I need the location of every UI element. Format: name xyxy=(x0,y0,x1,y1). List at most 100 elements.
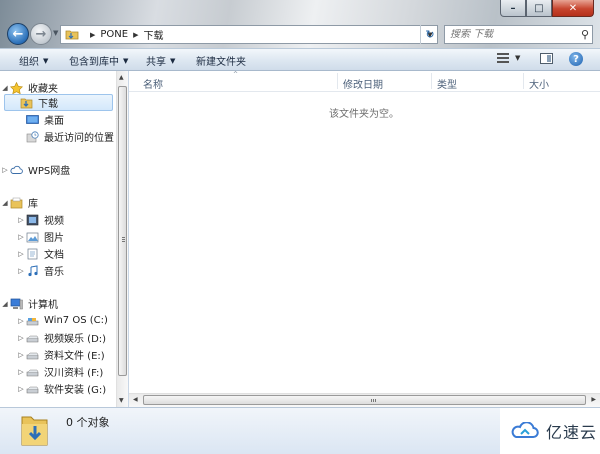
hard-drive-icon xyxy=(26,383,39,395)
refresh-icon: ↻ xyxy=(425,28,435,41)
expand-arrow-icon[interactable]: ▷ xyxy=(16,334,26,342)
minimize-button[interactable]: – xyxy=(500,0,526,17)
sidebar-item-drive-d[interactable]: ▷ 视频娱乐 (D:) xyxy=(0,329,106,346)
include-in-library-button[interactable]: 包含到库中 ▼ xyxy=(69,53,129,69)
column-header-date-modified[interactable]: 修改日期 xyxy=(343,76,383,91)
sidebar-label: 下载 xyxy=(38,99,58,110)
sidebar-label: 汉川资料 (F:) xyxy=(44,368,104,379)
sidebar-item-downloads[interactable]: 下载 xyxy=(4,94,113,111)
sidebar-item-drive-c[interactable]: ▷ Win7 OS (C:) xyxy=(0,312,108,329)
arrow-left-icon: ← xyxy=(12,26,24,42)
watermark: 亿速云 xyxy=(500,408,600,454)
watermark-text: 亿速云 xyxy=(546,423,598,442)
sidebar-label: WPS网盘 xyxy=(28,166,71,177)
preview-pane-button[interactable] xyxy=(540,53,553,64)
sidebar-item-music[interactable]: ▷ 音乐 xyxy=(0,262,64,279)
organize-label: 组织 xyxy=(19,57,39,68)
expand-arrow-icon[interactable]: ▷ xyxy=(16,233,26,241)
sidebar-label: 视频 xyxy=(44,216,64,227)
collapse-arrow-icon[interactable]: ◢ xyxy=(0,199,10,207)
search-box[interactable]: ⚲ xyxy=(444,25,593,44)
expand-arrow-icon[interactable]: ▷ xyxy=(16,317,26,325)
column-divider[interactable] xyxy=(523,73,524,89)
recent-places-icon xyxy=(26,130,39,143)
sidebar-item-wps-cloud[interactable]: ▷ WPS网盘 xyxy=(0,161,70,178)
scrollbar-thumb[interactable] xyxy=(118,86,127,376)
column-header-row: ^ 名称 修改日期 类型 大小 xyxy=(129,71,600,92)
sidebar-item-drive-e[interactable]: ▷ 资料文件 (E:) xyxy=(0,346,105,363)
column-divider[interactable] xyxy=(431,73,432,89)
breadcrumb-item[interactable]: PONE xyxy=(100,29,128,40)
help-icon: ? xyxy=(573,53,579,65)
sidebar-item-computer[interactable]: ◢ 计算机 xyxy=(0,295,58,312)
sidebar-item-videos[interactable]: ▷ 视频 xyxy=(0,211,64,228)
expand-arrow-icon[interactable]: ▷ xyxy=(16,216,26,224)
empty-folder-message: 该文件夹为空。 xyxy=(329,109,399,120)
scrollbar-thumb[interactable] xyxy=(143,395,586,405)
cloud-logo-icon xyxy=(510,421,540,440)
search-icon[interactable]: ⚲ xyxy=(581,28,589,41)
horizontal-scrollbar[interactable]: ◀ ▶ xyxy=(129,393,600,407)
help-button[interactable]: ? xyxy=(569,52,583,66)
view-list-icon xyxy=(497,53,509,63)
sidebar-item-pictures[interactable]: ▷ 图片 xyxy=(0,228,64,245)
forward-button[interactable]: → xyxy=(30,23,52,45)
column-header-name[interactable]: 名称 xyxy=(143,76,163,91)
organize-button[interactable]: 组织 ▼ xyxy=(19,53,49,69)
sidebar-label: 收藏夹 xyxy=(28,84,58,95)
navigation-scrollbar[interactable]: ▲ ▼ xyxy=(116,71,128,407)
breadcrumb-separator-icon[interactable]: ▶ xyxy=(133,31,138,39)
navigation-pane: ◢ 收藏夹 下载 桌面 最近访问的位置 ▷ WPS网盘 ◢ 库 ▷ 视频 ▷ 图… xyxy=(0,71,116,407)
computer-icon xyxy=(10,298,23,310)
chevron-down-icon: ▼ xyxy=(170,56,176,65)
change-view-button[interactable]: ▼ xyxy=(497,53,520,63)
expand-arrow-icon[interactable]: ▷ xyxy=(16,368,26,376)
music-icon xyxy=(26,264,39,277)
chevron-down-icon: ▼ xyxy=(515,54,521,62)
scroll-up-icon[interactable]: ▲ xyxy=(119,74,124,81)
sidebar-item-drive-g[interactable]: ▷ 软件安装 (G:) xyxy=(0,380,106,397)
include-in-library-label: 包含到库中 xyxy=(69,57,119,68)
explorer-window: – □ ✕ ← → ▼ ▶ PONE ▶ 下载 ▼ ↻ ⚲ 组织 ▼ 包含到库中 ▼… xyxy=(0,0,600,454)
search-input[interactable] xyxy=(450,29,570,40)
file-list[interactable]: ^ 名称 修改日期 类型 大小 该文件夹为空。 xyxy=(129,71,600,393)
sidebar-item-drive-f[interactable]: ▷ 汉川资料 (F:) xyxy=(0,363,103,380)
address-bar[interactable]: ▶ PONE ▶ 下载 ▼ xyxy=(60,25,438,44)
hard-drive-icon xyxy=(26,349,39,361)
column-divider[interactable] xyxy=(337,73,338,89)
share-button[interactable]: 共享 ▼ xyxy=(146,53,176,69)
breadcrumb: ▶ PONE ▶ 下载 xyxy=(85,27,163,42)
expand-arrow-icon[interactable]: ▷ xyxy=(16,267,26,275)
breadcrumb-separator-icon[interactable]: ▶ xyxy=(90,31,95,39)
breadcrumb-item[interactable]: 下载 xyxy=(143,27,163,42)
collapse-arrow-icon[interactable]: ◢ xyxy=(0,300,10,308)
sidebar-item-recent-places[interactable]: 最近访问的位置 xyxy=(0,128,114,145)
scroll-down-icon[interactable]: ▼ xyxy=(119,397,124,404)
expand-arrow-icon[interactable]: ▷ xyxy=(0,166,10,174)
chevron-down-icon: ▼ xyxy=(43,56,49,65)
close-button[interactable]: ✕ xyxy=(552,0,594,17)
sidebar-label: 视频娱乐 (D:) xyxy=(44,334,107,345)
column-header-size[interactable]: 大小 xyxy=(529,76,549,91)
sidebar-label: 资料文件 (E:) xyxy=(44,351,105,362)
command-bar: 组织 ▼ 包含到库中 ▼ 共享 ▼ 新建文件夹 ▼ ? xyxy=(0,48,600,71)
back-button[interactable]: ← xyxy=(7,23,29,45)
column-header-type[interactable]: 类型 xyxy=(437,76,457,91)
sidebar-item-documents[interactable]: ▷ 文档 xyxy=(0,245,64,262)
scroll-left-icon[interactable]: ◀ xyxy=(133,396,138,403)
documents-icon xyxy=(26,248,39,260)
recent-pages-dropdown[interactable]: ▼ xyxy=(53,29,58,37)
new-folder-button[interactable]: 新建文件夹 xyxy=(196,53,246,68)
hard-drive-icon xyxy=(26,366,39,378)
chevron-down-icon: ▼ xyxy=(123,56,129,65)
sidebar-item-desktop[interactable]: 桌面 xyxy=(0,111,64,128)
scroll-right-icon[interactable]: ▶ xyxy=(591,396,596,403)
maximize-button[interactable]: □ xyxy=(526,0,552,17)
collapse-arrow-icon[interactable]: ◢ xyxy=(0,84,10,92)
sidebar-label: 软件安装 (G:) xyxy=(44,385,107,396)
expand-arrow-icon[interactable]: ▷ xyxy=(16,351,26,359)
refresh-button[interactable]: ↻ xyxy=(420,25,439,44)
sidebar-item-libraries[interactable]: ◢ 库 xyxy=(0,194,38,211)
expand-arrow-icon[interactable]: ▷ xyxy=(16,250,26,258)
expand-arrow-icon[interactable]: ▷ xyxy=(16,385,26,393)
